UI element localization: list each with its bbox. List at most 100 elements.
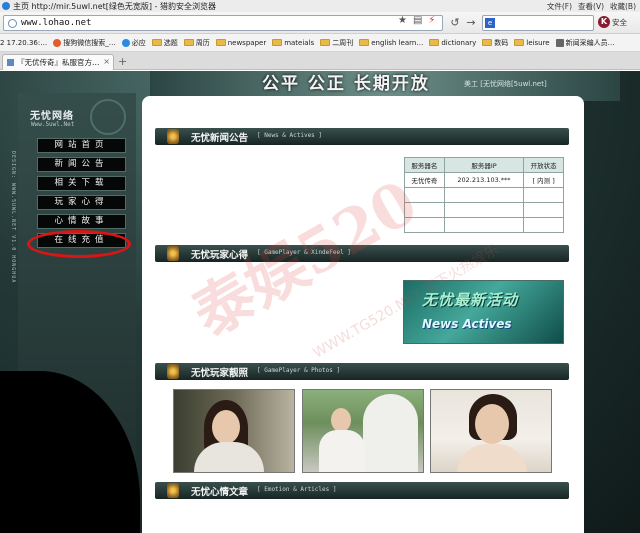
section-articles-header: 无忧心情文章 [ Emotion & Articles ]	[155, 482, 569, 499]
bookmark-item[interactable]: english learn…	[359, 39, 423, 47]
bookmark-item[interactable]: 选题	[151, 38, 178, 48]
section-title: 无忧玩家心得	[191, 250, 249, 261]
page-favicon-icon	[7, 59, 14, 66]
new-tab-button[interactable]: +	[118, 55, 127, 68]
safe-label[interactable]: 安全	[612, 17, 627, 28]
section-emblem-icon	[167, 129, 179, 144]
bookmark-item[interactable]: 必应	[121, 38, 146, 48]
bookmark-item[interactable]: 二周刊	[320, 38, 353, 48]
nav-news-button[interactable]: 新闻公告	[37, 157, 126, 172]
browser-logo-icon	[2, 2, 10, 10]
folder-icon	[359, 39, 370, 46]
window-menus: 文件(F) 查看(V) 收藏(B)	[547, 1, 636, 12]
section-emblem-icon	[167, 483, 179, 498]
bookmark-item[interactable]: dictionary	[429, 39, 476, 47]
reader-icon[interactable]: ▤	[413, 15, 422, 26]
site-logo-sub: Www.5uwl.Net	[31, 121, 75, 128]
header-server-name: 服务器名	[404, 157, 445, 173]
star-icon[interactable]: ★	[398, 15, 407, 26]
bookmark-item[interactable]: newspaper	[215, 39, 266, 47]
blue-dot-icon	[121, 38, 130, 47]
site-slogan: 公平 公正 长期开放	[262, 74, 430, 94]
address-toolbar: ★ ▤ ⚡ ↺ → e K 安全	[0, 12, 640, 34]
cell-status: [ 内测 ]	[523, 172, 564, 188]
table-row	[404, 217, 564, 233]
site-slogan-small: 美工 [无忧网络[5uwl.net]	[464, 80, 547, 88]
cell-server-name: 无忧传奇	[404, 172, 445, 188]
folder-icon	[151, 39, 162, 46]
menu-file[interactable]: 文件(F)	[547, 1, 572, 12]
lightning-icon[interactable]: ⚡	[428, 15, 435, 26]
tab-bar: 『无优传奇』私服官方… × +	[0, 52, 640, 70]
user-avatar[interactable]: K	[598, 16, 610, 28]
header-status: 开放状态	[523, 157, 564, 173]
player-photo[interactable]	[430, 389, 552, 473]
news-banner-en: News Actives	[422, 317, 512, 331]
tab-label: 『无优传奇』私服官方…	[17, 58, 100, 67]
section-news-header: 无忧新闻公告 [ News & Actives ]	[155, 128, 569, 145]
table-row	[404, 187, 564, 203]
section-subtitle: [ News & Actives ]	[257, 132, 323, 139]
section-emblem-icon	[167, 364, 179, 379]
folder-icon	[272, 39, 283, 46]
section-title: 无忧心情文章	[191, 487, 249, 498]
nav-stories-button[interactable]: 心情故事	[37, 214, 126, 229]
section-tips-header: 无忧玩家心得 [ GamePlayer & XindeFeel ]	[155, 245, 569, 262]
web-page: 公平 公正 长期开放 美工 [无忧网络[5uwl.net] 无忧网络 Www.5…	[0, 71, 640, 533]
table-header-row: 服务器名 服务器IP 开放状态	[404, 157, 564, 173]
back-arrow-icon[interactable]: ↺	[448, 16, 462, 30]
globe-icon	[8, 18, 17, 28]
photo-figure	[475, 404, 509, 444]
bookmark-item[interactable]: 周历	[183, 38, 210, 48]
window-titlebar: 主页 http://mir.5uwl.net[绿色无宽版] - 猎豹安全浏览器 …	[0, 0, 640, 12]
forward-arrow-icon[interactable]: →	[464, 16, 478, 30]
section-subtitle: [ Emotion & Articles ]	[257, 486, 337, 493]
server-table: 服务器名 服务器IP 开放状态 无忧传奇 202.213.103.*** [ 内…	[404, 157, 564, 233]
folder-icon	[429, 39, 440, 46]
bookmark-item[interactable]: mateials	[272, 39, 314, 47]
folder-icon	[320, 39, 331, 46]
vertical-credit: DESIGN: WWW.5UWL.NET V1.0 HONGHUA	[10, 151, 16, 284]
nav-download-button[interactable]: 相关下载	[37, 176, 126, 191]
bookmark-item[interactable]: leisure	[514, 39, 550, 47]
table-row: 无忧传奇 202.213.103.*** [ 内测 ]	[404, 172, 564, 188]
tab-active[interactable]: 『无优传奇』私服官方… ×	[2, 54, 114, 70]
folder-icon	[514, 39, 525, 46]
photo-figure	[331, 408, 351, 432]
photo-figure	[319, 430, 365, 472]
window-title: 主页 http://mir.5uwl.net[绿色无宽版] - 猎豹安全浏览器	[13, 1, 216, 11]
bookmark-item[interactable]: 2 17.20.36:…	[0, 39, 47, 47]
news-actives-banner[interactable]: 无忧最新活动 News Actives	[403, 280, 564, 344]
cell-server-ip: 202.213.103.***	[443, 172, 525, 188]
site-logo-title[interactable]: 无忧网络	[30, 107, 74, 122]
nav-tips-button[interactable]: 玩家心得	[37, 195, 126, 210]
folder-icon	[183, 39, 194, 46]
player-photo[interactable]	[302, 389, 424, 473]
dragon-emblem-icon	[90, 99, 126, 135]
menu-view[interactable]: 查看(V)	[578, 1, 604, 12]
section-photos-header: 无忧玩家靓照 [ GamePlayer & Photos ]	[155, 363, 569, 380]
folder-icon	[215, 39, 226, 46]
photo-figure	[212, 410, 240, 444]
search-input[interactable]: e	[482, 15, 594, 31]
news-banner-title: 无忧最新活动	[422, 291, 519, 309]
red-dot-icon	[53, 38, 62, 47]
highlight-circle	[27, 230, 131, 258]
folder-icon	[482, 39, 493, 46]
photo-horse	[363, 394, 418, 472]
address-input[interactable]	[21, 18, 381, 28]
menu-favorites[interactable]: 收藏(B)	[610, 1, 636, 12]
player-photo[interactable]	[173, 389, 295, 473]
bookmark-item[interactable]: 搜狗微信搜索_…	[53, 38, 116, 48]
bookmark-item[interactable]: 数码	[482, 38, 508, 48]
nav-home-button[interactable]: 网站首页	[37, 138, 126, 153]
bookmark-item[interactable]: 新闻采编人员…	[555, 38, 615, 48]
search-engine-icon[interactable]: e	[485, 18, 495, 28]
doc-icon	[555, 38, 564, 47]
section-title: 无忧新闻公告	[191, 133, 249, 144]
close-icon[interactable]: ×	[103, 57, 110, 66]
address-box[interactable]	[3, 15, 443, 31]
table-row	[404, 202, 564, 218]
bookmarks-bar: 2 17.20.36:… 搜狗微信搜索_… 必应 选题 周历 newspaper…	[0, 34, 640, 52]
section-subtitle: [ GamePlayer & Photos ]	[257, 367, 341, 374]
